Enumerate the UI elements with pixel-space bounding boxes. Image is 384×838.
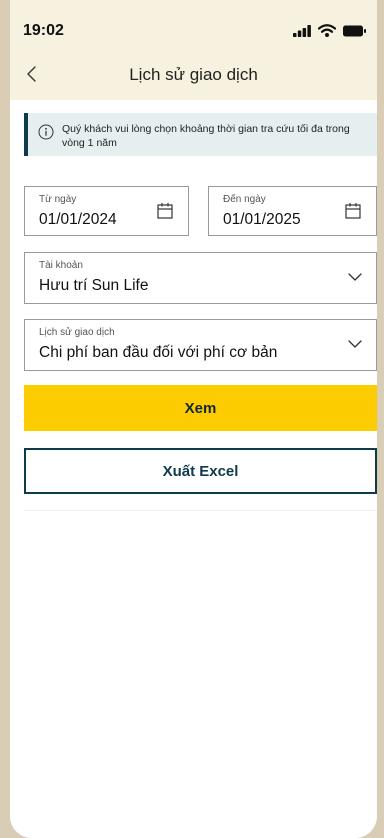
export-excel-button[interactable]: Xuất Excel <box>24 448 377 494</box>
calendar-icon[interactable] <box>344 202 362 220</box>
divider <box>24 510 377 511</box>
info-notice-text: Quý khách vui lòng chọn khoảng thời gian… <box>62 123 350 149</box>
app-header: Lịch sử giao dịch <box>10 50 377 100</box>
phone-screen: 19:02 Lịch sử giao dịch Quý khách vui lò… <box>10 0 377 838</box>
info-notice: Quý khách vui lòng chọn khoảng thời gian… <box>24 113 377 156</box>
main-content: Quý khách vui lòng chọn khoảng thời gian… <box>10 100 377 838</box>
date-from-field[interactable]: Từ ngày 01/01/2024 <box>24 186 189 236</box>
transaction-history-label: Lịch sử giao dịch <box>39 327 115 338</box>
status-icons <box>293 24 367 37</box>
chevron-down-icon <box>348 340 362 348</box>
info-icon <box>38 124 54 140</box>
view-button[interactable]: Xem <box>24 385 377 431</box>
signal-icon <box>293 24 311 37</box>
date-to-value: 01/01/2025 <box>223 211 301 228</box>
date-from-value: 01/01/2024 <box>39 211 117 228</box>
transaction-history-value: Chi phí ban đầu đối với phí cơ bản <box>39 344 278 361</box>
chevron-down-icon <box>348 273 362 281</box>
page-title: Lịch sử giao dịch <box>129 65 258 84</box>
account-value: Hưu trí Sun Life <box>39 277 149 294</box>
battery-icon <box>343 25 366 36</box>
status-time: 19:02 <box>23 22 64 39</box>
date-to-field[interactable]: Đến ngày 01/01/2025 <box>208 186 377 236</box>
status-bar: 19:02 <box>10 0 377 50</box>
account-label: Tài khoản <box>39 260 83 271</box>
calendar-icon[interactable] <box>156 202 174 220</box>
account-select[interactable]: Tài khoản Hưu trí Sun Life <box>24 252 377 304</box>
date-from-label: Từ ngày <box>39 194 77 205</box>
transaction-history-select[interactable]: Lịch sử giao dịch Chi phí ban đầu đối vớ… <box>24 319 377 371</box>
wifi-icon <box>318 24 336 37</box>
date-to-label: Đến ngày <box>223 194 266 205</box>
